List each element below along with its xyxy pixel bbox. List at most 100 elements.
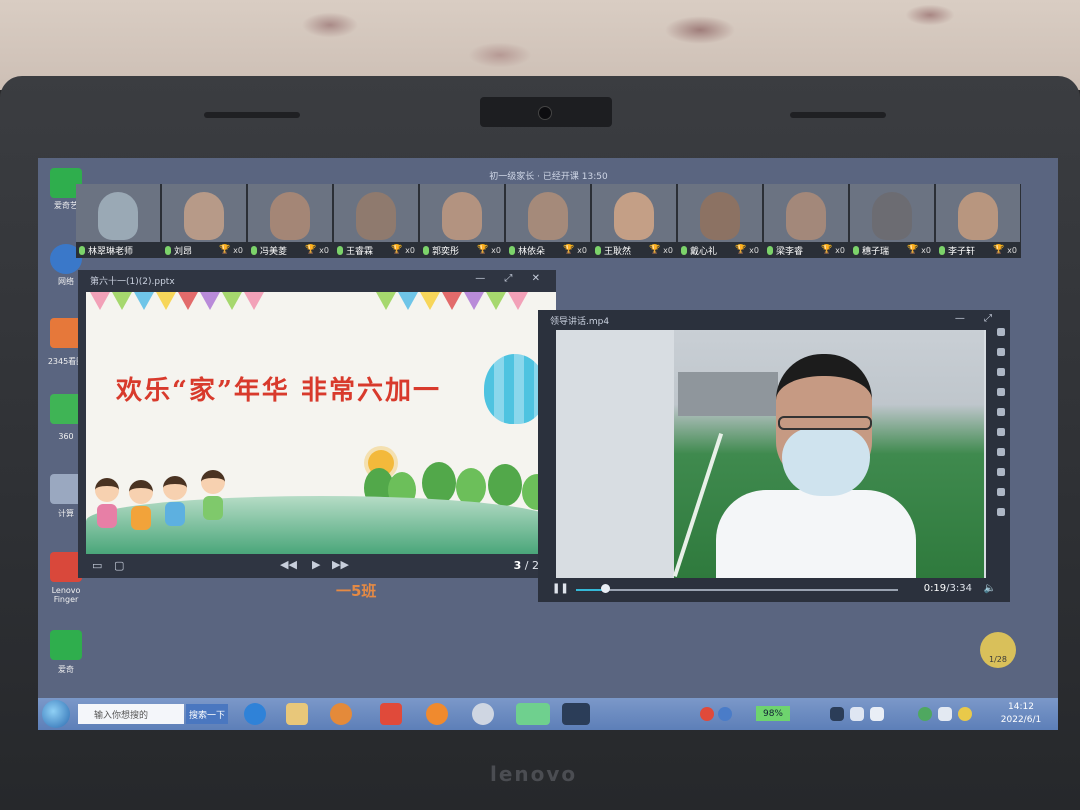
eraser-icon[interactable] <box>997 388 1005 396</box>
grass-ground <box>86 496 556 554</box>
laptop-screen: 爱奇艺 网络 2345看图 360 计算 Lenovo Finger 爱奇 初一… <box>38 158 1058 730</box>
pen-icon[interactable] <box>997 348 1005 356</box>
battery-indicator[interactable]: 98% <box>756 706 790 721</box>
media-player-icon[interactable] <box>330 703 352 725</box>
taskbar-search-button[interactable]: 搜索一下 <box>186 704 228 724</box>
start-button[interactable] <box>42 700 70 728</box>
participant-tile[interactable]: 林翠琳老师 <box>76 184 160 258</box>
notes-icon[interactable]: ▭ <box>92 559 102 572</box>
badge-count: 1/28 <box>989 655 1007 664</box>
video-frame[interactable] <box>556 330 986 578</box>
taskbar: 输入你想搜的 搜索一下 98% 14:12 2022/6/1 <box>38 698 1058 730</box>
screenshot-icon[interactable] <box>997 488 1005 496</box>
participant-tile[interactable]: 李子轩 🏆 x0 <box>936 184 1020 258</box>
help-icon[interactable] <box>718 707 732 721</box>
participant-tile[interactable]: 穗子瑞 🏆 x0 <box>850 184 934 258</box>
participant-score: x0 <box>319 245 329 255</box>
class-label: 一5班 <box>336 582 377 600</box>
speaker-slot-right <box>790 112 886 118</box>
participant-tile[interactable]: 戴心礼 🏆 x0 <box>678 184 762 258</box>
bunting-flag <box>134 292 154 310</box>
participant-tile[interactable]: 林依朵 🏆 x0 <box>506 184 590 258</box>
participant-name: 刘昂 <box>174 246 193 257</box>
participant-tile[interactable]: 梁李睿 🏆 x0 <box>764 184 848 258</box>
participant-tile[interactable]: 王睿霖 🏆 x0 <box>334 184 418 258</box>
ie-icon[interactable] <box>244 703 266 725</box>
time-current: 0:19 <box>923 583 947 594</box>
progress-track[interactable] <box>576 589 898 591</box>
pause-icon[interactable]: ❚❚ <box>552 583 569 594</box>
participant-score: x0 <box>749 245 759 255</box>
speaker-slot-left <box>204 112 300 118</box>
laptop-logo: lenovo <box>490 762 578 786</box>
tray-app-icon[interactable] <box>830 707 844 721</box>
shape-icon[interactable] <box>997 408 1005 416</box>
undo-icon[interactable] <box>997 508 1005 516</box>
ppt-controls: ▭ ▢ ◀◀ ▶ ▶▶ 3 / 23 <box>78 554 556 578</box>
pointer-icon[interactable] <box>997 328 1005 336</box>
bird-app-icon[interactable] <box>562 703 590 725</box>
tree-icon <box>422 462 456 504</box>
cloud-icon[interactable] <box>997 448 1005 456</box>
highlighter-icon[interactable] <box>997 368 1005 376</box>
comment-icon[interactable]: ▢ <box>114 559 124 572</box>
input-method-icon[interactable] <box>700 707 714 721</box>
mic-icon <box>853 245 859 255</box>
disc-icon[interactable] <box>472 703 494 725</box>
page-current: 3 <box>513 559 522 572</box>
bunting-flag <box>178 292 198 310</box>
video-controls: ❚❚ 0:19/3:34 🔈 <box>538 578 1010 602</box>
wechat-icon[interactable] <box>516 703 550 725</box>
window-controls[interactable]: — ⤢ ✕ <box>475 273 548 284</box>
prev-slide-icon[interactable]: ◀◀ <box>280 558 297 571</box>
building-shape <box>678 372 778 416</box>
mic-icon <box>79 245 85 255</box>
participant-tile[interactable]: 王耿然 🏆 x0 <box>592 184 676 258</box>
trophy-icon: 🏆 <box>820 245 833 255</box>
shield-icon[interactable] <box>918 707 932 721</box>
time-total: /3:34 <box>946 583 972 594</box>
update-icon[interactable] <box>958 707 972 721</box>
participant-name: 冯美菱 <box>260 246 288 257</box>
text-icon[interactable] <box>997 428 1005 436</box>
participant-name: 戴心礼 <box>690 246 718 257</box>
ppt-window: 第六十一(1)(2).pptx — ⤢ ✕ 欢乐“家”年华 非常六加一 ▭ ▢ … <box>78 270 556 578</box>
participant-name: 林翠琳老师 <box>88 246 134 257</box>
trophy-icon: 🏆 <box>476 245 489 255</box>
participant-score: x0 <box>663 245 673 255</box>
participant-name: 李子轩 <box>948 246 976 257</box>
bunting-flag <box>442 292 462 310</box>
trophy-icon: 🏆 <box>992 245 1005 255</box>
clear-icon[interactable] <box>997 468 1005 476</box>
child-figure <box>160 476 190 538</box>
video-time: 0:19/3:34 <box>924 583 972 594</box>
raise-hand-badge[interactable]: 1/28 <box>980 632 1016 668</box>
bunting-flag <box>156 292 176 310</box>
trophy-icon: 🏆 <box>648 245 661 255</box>
taskbar-search-input[interactable]: 输入你想搜的 <box>78 704 184 724</box>
trophy-icon: 🏆 <box>734 245 747 255</box>
mic-icon <box>681 245 687 255</box>
participant-tile[interactable]: 刘昂 🏆 x0 <box>162 184 246 258</box>
child-figure <box>126 480 156 542</box>
flag-icon[interactable] <box>870 707 884 721</box>
progress-handle[interactable] <box>600 584 610 593</box>
play-icon[interactable]: ▶ <box>312 558 320 571</box>
hand-icon[interactable] <box>380 703 402 725</box>
signal-icon[interactable] <box>938 707 952 721</box>
iqiyi-desktop-icon[interactable] <box>50 630 82 660</box>
folder-icon[interactable] <box>286 703 308 725</box>
mic-icon <box>509 245 515 255</box>
taskbar-clock[interactable]: 14:12 2022/6/1 <box>990 701 1052 727</box>
trophy-icon: 🏆 <box>906 245 919 255</box>
next-slide-icon[interactable]: ▶▶ <box>332 558 349 571</box>
trophy-icon: 🏆 <box>390 245 403 255</box>
participant-score: x0 <box>577 245 587 255</box>
participant-name: 郭奕彤 <box>432 246 460 257</box>
volume-tray-icon[interactable] <box>850 707 864 721</box>
participant-tile[interactable]: 郭奕彤 🏆 x0 <box>420 184 504 258</box>
participant-tile[interactable]: 冯美菱 🏆 x0 <box>248 184 332 258</box>
clock-date: 2022/6/1 <box>1000 715 1042 725</box>
participant-name: 王耿然 <box>604 246 632 257</box>
firefox-icon[interactable] <box>426 703 448 725</box>
